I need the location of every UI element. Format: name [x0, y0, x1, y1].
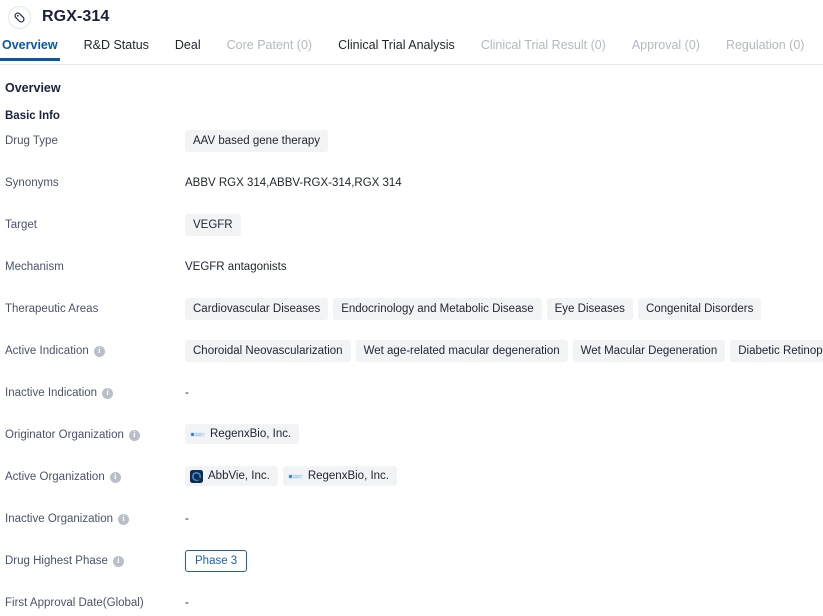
tag[interactable]: Diabetic Retinopathy	[730, 340, 823, 362]
tab-core-patent: Core Patent (0)	[226, 38, 313, 52]
row-label-inactive-organization: Inactive Organization i	[5, 508, 185, 530]
row-label-therapeutic-areas: Therapeutic Areas	[5, 298, 185, 320]
organization-name: RegenxBio, Inc.	[307, 470, 389, 482]
tag[interactable]: VEGFR	[185, 214, 241, 236]
row-value-inactive-indication: -	[185, 382, 823, 404]
label-text: Active Indication	[5, 345, 89, 357]
row-label-first-approval-date-global: First Approval Date(Global)	[5, 592, 185, 614]
page-title: RGX-314	[42, 8, 110, 25]
row-value-mechanism: VEGFR antagonists	[185, 256, 823, 278]
row-synonyms: Synonyms ABBV RGX 314,ABBV-RGX-314,RGX 31…	[0, 172, 823, 194]
label-text: Drug Type	[5, 135, 58, 147]
label-text: First Approval Date(Global)	[5, 597, 144, 609]
row-drug-type: Drug Type AAV based gene therapy	[0, 130, 823, 152]
row-first-approval-date-global: First Approval Date(Global) -	[0, 592, 823, 614]
info-icon[interactable]: i	[128, 429, 140, 441]
label-text: Target	[5, 219, 37, 231]
row-value-drug-highest-phase: Phase 3	[185, 550, 823, 572]
label-text: Therapeutic Areas	[5, 303, 99, 315]
info-icon[interactable]: i	[93, 345, 105, 357]
row-label-drug-type: Drug Type	[5, 130, 185, 152]
row-label-drug-highest-phase: Drug Highest Phase i	[5, 550, 185, 572]
tag[interactable]: Cardiovascular Diseases	[185, 298, 329, 320]
row-drug-highest-phase: Drug Highest Phase i Phase 3	[0, 550, 823, 572]
tab-regulation: Regulation (0)	[725, 38, 805, 52]
organization-tag[interactable]: RegenxBio, Inc.	[185, 424, 300, 444]
row-value-active-indication: Choroidal Neovascularization Wet age-rela…	[185, 340, 823, 362]
tag[interactable]: Eye Diseases	[546, 298, 633, 320]
row-label-originator-organization: Originator Organization i	[5, 424, 185, 446]
row-label-mechanism: Mechanism	[5, 256, 185, 278]
regenxbio-logo	[287, 473, 303, 479]
organization-tag[interactable]: AbbVie, Inc.	[185, 466, 278, 486]
regenxbio-logo	[190, 431, 205, 437]
page-header: RGX-314	[0, 0, 823, 34]
row-label-active-organization: Active Organization i	[5, 466, 185, 488]
tab-bar: Overview R&D Status Deal Core Patent (0)…	[0, 34, 823, 65]
basic-info-rows: Drug Type AAV based gene therapy Synonyms A…	[0, 130, 823, 614]
tab-rd-status[interactable]: R&D Status	[84, 34, 149, 60]
row-mechanism: Mechanism VEGFR antagonists	[0, 256, 823, 278]
subsection-title-basic-info: Basic Info	[5, 110, 60, 122]
drug-detail-page: RGX-314 Overview R&D Status Deal Core Pa…	[0, 0, 823, 616]
row-value-therapeutic-areas: Cardiovascular Diseases Endocrinology and…	[185, 298, 823, 320]
tab-approval: Approval (0)	[631, 38, 700, 52]
tag[interactable]: Endocrinology and Metabolic Disease	[333, 298, 542, 320]
tag[interactable]: Choroidal Neovascularization	[185, 340, 351, 362]
organization-tag[interactable]: RegenxBio, Inc.	[282, 466, 397, 486]
tab-clinical-trial-analysis[interactable]: Clinical Trial Analysis	[338, 34, 455, 60]
row-value-inactive-organization: -	[185, 508, 823, 530]
info-icon[interactable]: i	[102, 387, 114, 399]
row-label-target: Target	[5, 214, 185, 236]
empty-value: -	[185, 387, 189, 399]
row-label-inactive-indication: Inactive Indication i	[5, 382, 185, 404]
tab-deal[interactable]: Deal	[175, 34, 201, 60]
tab-overview[interactable]: Overview	[0, 34, 60, 61]
tag[interactable]: Congenital Disorders	[637, 298, 762, 320]
tab-clinical-trial-result: Clinical Trial Result (0)	[480, 38, 606, 52]
row-inactive-indication: Inactive Indication i -	[0, 382, 823, 404]
label-text: Drug Highest Phase	[5, 555, 108, 567]
label-text: Originator Organization	[5, 429, 124, 441]
row-value-target: VEGFR	[185, 214, 823, 236]
row-label-synonyms: Synonyms	[5, 172, 185, 194]
label-text: Mechanism	[5, 261, 64, 273]
row-label-active-indication: Active Indication i	[5, 340, 185, 362]
abbvie-logo	[190, 469, 203, 483]
row-value-synonyms: ABBV RGX 314,ABBV-RGX-314,RGX 314	[185, 172, 823, 194]
row-target: Target VEGFR	[0, 214, 823, 236]
capsule-pill-icon	[8, 5, 31, 29]
row-therapeutic-areas: Therapeutic Areas Cardiovascular Diseases…	[0, 298, 823, 320]
organization-name: AbbVie, Inc.	[208, 470, 270, 482]
row-value-first-approval-date-global: -	[185, 592, 823, 614]
row-value-originator-organization: RegenxBio, Inc.	[185, 424, 823, 444]
empty-value: -	[185, 597, 189, 609]
label-text: Inactive Organization	[5, 513, 114, 525]
value-text: VEGFR antagonists	[185, 261, 287, 273]
label-text: Active Organization	[5, 471, 105, 483]
tag[interactable]: Wet Macular Degeneration	[572, 340, 726, 362]
section-title: Overview	[5, 81, 61, 95]
label-text: Synonyms	[5, 177, 59, 189]
row-originator-organization: Originator Organization i RegenxBio, Inc.	[0, 424, 823, 446]
value-text: ABBV RGX 314,ABBV-RGX-314,RGX 314	[185, 177, 402, 189]
info-icon[interactable]: i	[109, 471, 121, 483]
phase-badge[interactable]: Phase 3	[185, 550, 248, 572]
empty-value: -	[185, 513, 189, 525]
row-value-active-organization: AbbVie, Inc. RegenxBio, Inc.	[185, 466, 823, 486]
organization-name: RegenxBio, Inc.	[210, 428, 292, 440]
info-icon[interactable]: i	[112, 555, 124, 567]
row-active-organization: Active Organization i AbbVie, Inc. RegenxBi…	[0, 466, 823, 488]
info-icon[interactable]: i	[118, 513, 130, 525]
label-text: Inactive Indication	[5, 387, 98, 399]
row-inactive-organization: Inactive Organization i -	[0, 508, 823, 530]
tag[interactable]: AAV based gene therapy	[185, 130, 329, 152]
row-value-drug-type: AAV based gene therapy	[185, 130, 823, 152]
row-active-indication: Active Indication i Choroidal Neovasculari…	[0, 340, 823, 362]
tag[interactable]: Wet age-related macular degeneration	[355, 340, 568, 362]
